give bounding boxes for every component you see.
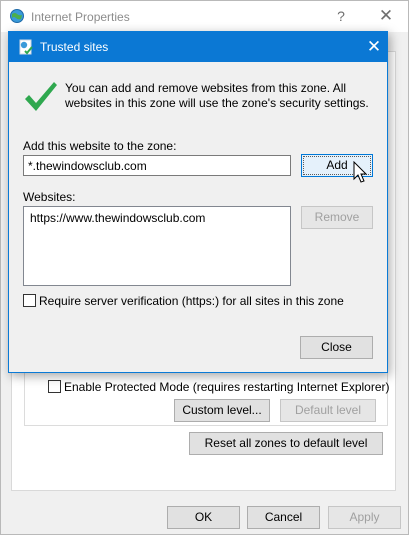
protected-mode-checkbox[interactable]: [48, 380, 61, 393]
website-input[interactable]: [23, 155, 291, 176]
parent-titlebar: Internet Properties ? ✕: [1, 1, 408, 32]
require-verification-checkbox[interactable]: [23, 294, 36, 307]
require-verification-label: Require server verification (https:) for…: [39, 294, 344, 308]
protected-mode-label: Enable Protected Mode (requires restarti…: [64, 380, 390, 394]
websites-list[interactable]: https://www.thewindowsclub.com: [23, 206, 291, 286]
mouse-pointer-icon: [353, 160, 369, 185]
ok-button[interactable]: OK: [167, 506, 240, 529]
trusted-sites-dialog: Trusted sites ✕ You can add and remove w…: [8, 31, 388, 373]
internet-globe-icon: [9, 8, 25, 24]
default-level-button[interactable]: Default level: [280, 399, 376, 422]
close-button[interactable]: Close: [300, 336, 373, 359]
dialog-close-button[interactable]: ✕: [363, 36, 385, 58]
zone-info-text: You can add and remove websites from thi…: [65, 81, 369, 110]
dialog-titlebar: Trusted sites ✕: [9, 32, 387, 62]
list-item[interactable]: https://www.thewindowsclub.com: [30, 211, 205, 225]
help-button[interactable]: ?: [330, 6, 352, 26]
cancel-button[interactable]: Cancel: [247, 506, 320, 529]
reset-all-zones-button[interactable]: Reset all zones to default level: [189, 432, 383, 455]
trusted-sites-icon: [18, 39, 34, 55]
apply-button[interactable]: Apply: [328, 506, 401, 529]
add-website-label: Add this website to the zone:: [23, 139, 177, 153]
dialog-title: Trusted sites: [40, 40, 109, 54]
websites-label: Websites:: [23, 190, 76, 204]
parent-window-title: Internet Properties: [31, 10, 130, 24]
remove-button[interactable]: Remove: [301, 206, 373, 229]
green-check-icon: [23, 80, 59, 114]
custom-level-button[interactable]: Custom level...: [174, 399, 270, 422]
parent-close-button[interactable]: ✕: [375, 6, 397, 26]
